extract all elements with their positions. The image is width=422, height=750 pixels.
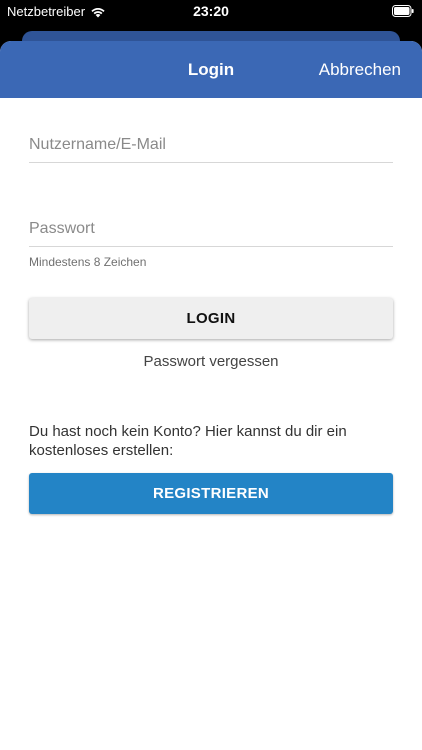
status-bar: Netzbetreiber 23:20	[0, 0, 422, 24]
navigation-bar: Login Abbrechen	[0, 41, 422, 98]
password-field-container	[29, 220, 393, 247]
login-screen: Netzbetreiber 23:20 Login Abbrechen Mind…	[0, 0, 422, 750]
username-field-container	[29, 136, 393, 163]
cancel-button[interactable]: Abbrechen	[319, 60, 401, 80]
login-button[interactable]: LOGIN	[29, 298, 393, 339]
battery-icon	[392, 5, 414, 17]
forgot-password-link[interactable]: Passwort vergessen	[0, 353, 422, 370]
register-prompt: Du hast noch kein Konto? Hier kannst du …	[29, 423, 347, 459]
login-sheet: Login Abbrechen Mindestens 8 Zeichen LOG…	[0, 41, 422, 750]
register-button[interactable]: REGISTRIEREN	[29, 473, 393, 514]
password-input[interactable]	[29, 220, 393, 246]
username-input[interactable]	[29, 136, 393, 162]
status-time: 23:20	[193, 3, 229, 19]
password-hint: Mindestens 8 Zeichen	[29, 255, 147, 269]
